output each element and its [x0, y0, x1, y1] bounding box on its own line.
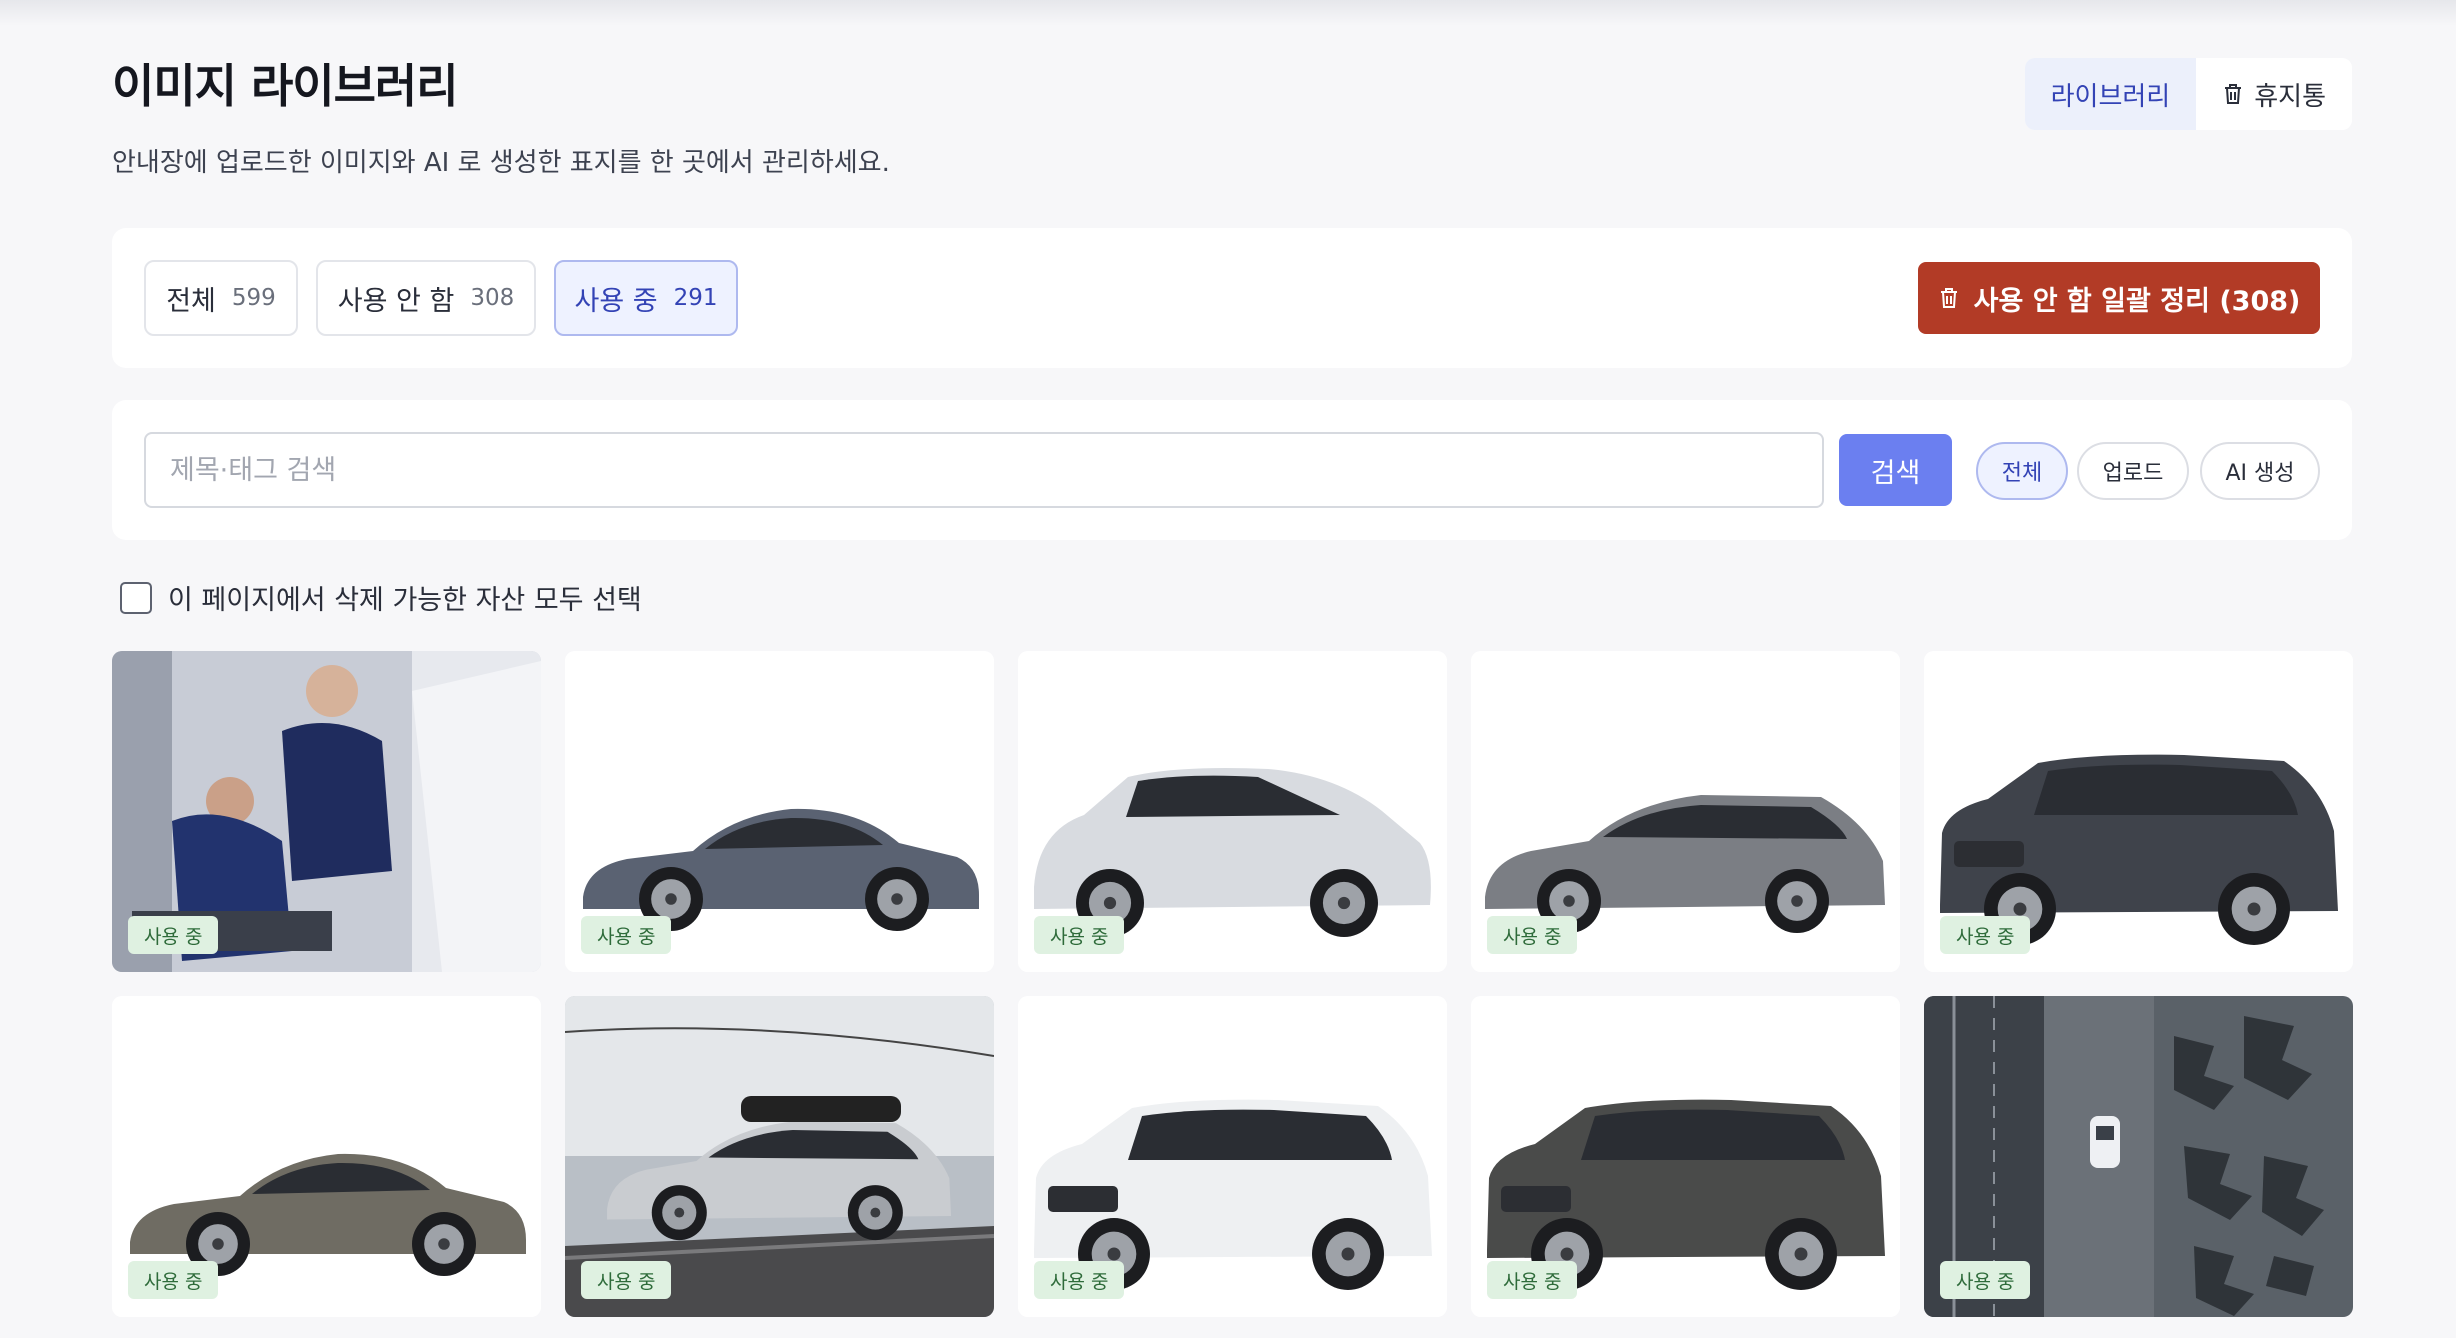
page-subtitle: 안내장에 업로드한 이미지와 AI 로 생성한 표지를 한 곳에서 관리하세요. [112, 148, 890, 178]
trash-tab[interactable]: 휴지통 [2196, 58, 2352, 130]
status-badge: 사용 중 [581, 1261, 672, 1299]
trash-icon [1940, 288, 1957, 308]
source-filter-label: 업로드 [2102, 461, 2164, 486]
page-header: 이미지 라이브러리 안내장에 업로드한 이미지와 AI 로 생성한 표지를 한 … [112, 56, 2352, 178]
status-badge: 사용 중 [128, 1261, 219, 1299]
image-library-page: 이미지 라이브러리 안내장에 업로드한 이미지와 AI 로 생성한 표지를 한 … [0, 0, 2456, 1338]
asset-card[interactable]: 사용 중 [1924, 651, 2353, 972]
filter-tab-count: 291 [673, 285, 718, 311]
asset-card[interactable]: 사용 중 [565, 651, 994, 972]
filter-tab-count: 308 [470, 285, 515, 311]
top-shadow [0, 0, 2456, 26]
select-all-checkbox[interactable] [120, 581, 152, 614]
asset-card[interactable]: 사용 중 [1018, 651, 1447, 972]
bulk-cleanup-label: 사용 안 함 일괄 정리 (308) [1973, 285, 2301, 317]
asset-card[interactable]: 사용 중 [1924, 996, 2353, 1317]
source-filter-upload[interactable]: 업로드 [2077, 442, 2189, 500]
trash-tab-label: 휴지통 [2254, 81, 2326, 112]
status-badge: 사용 중 [1487, 916, 1578, 954]
search-button-label: 검색 [1870, 457, 1921, 489]
asset-card[interactable]: 사용 중 [1018, 996, 1447, 1317]
view-toggle: 라이브러리 휴지통 [2024, 58, 2352, 130]
filter-tab-count: 599 [231, 285, 276, 311]
status-filter-bar: 전체 599 사용 안 함 308 사용 중 291 사용 안 함 일괄 정리 … [112, 228, 2352, 368]
status-badge: 사용 중 [1940, 1261, 2031, 1299]
asset-card[interactable]: 사용 중 [1471, 651, 1900, 972]
asset-card[interactable]: 사용 중 [565, 996, 994, 1317]
source-filter-ai[interactable]: AI 생성 [2200, 442, 2320, 500]
search-button[interactable]: 검색 [1839, 434, 1952, 506]
trash-icon [2225, 84, 2242, 104]
page-title: 이미지 라이브러리 [112, 59, 459, 113]
filter-tab-in-use[interactable]: 사용 중 291 [554, 260, 738, 336]
search-bar: 검색 전체 업로드 AI 생성 [112, 400, 2352, 540]
bulk-cleanup-button[interactable]: 사용 안 함 일괄 정리 (308) [1918, 262, 2320, 334]
status-badge: 사용 중 [1487, 1261, 1578, 1299]
filter-tab-label: 전체 [166, 285, 216, 317]
source-filter-label: 전체 [2001, 461, 2043, 486]
asset-card[interactable]: 사용 중 [112, 996, 541, 1317]
status-badge: 사용 중 [581, 916, 672, 954]
asset-card[interactable]: 사용 중 [112, 651, 541, 972]
select-all-label: 이 페이지에서 삭제 가능한 자산 모두 선택 [168, 585, 642, 616]
select-all-row: 이 페이지에서 삭제 가능한 자산 모두 선택 [120, 578, 642, 617]
asset-grid: 사용 중 사용 중 사용 중 사용 중 사용 중 사용 중 사용 중 사용 중 [112, 651, 2353, 1317]
filter-tab-all[interactable]: 전체 599 [144, 260, 298, 336]
status-badge: 사용 중 [1034, 916, 1125, 954]
source-filter-all[interactable]: 전체 [1976, 442, 2068, 500]
status-badge: 사용 중 [128, 916, 219, 954]
filter-tab-label: 사용 중 [574, 285, 658, 317]
filter-tab-unused[interactable]: 사용 안 함 308 [316, 260, 536, 336]
source-filter-label: AI 생성 [2225, 461, 2295, 486]
library-tab-label: 라이브러리 [2050, 81, 2171, 112]
asset-card[interactable]: 사용 중 [1471, 996, 1900, 1317]
search-input[interactable] [144, 432, 1824, 508]
library-tab[interactable]: 라이브러리 [2024, 58, 2197, 130]
status-badge: 사용 중 [1034, 1261, 1125, 1299]
status-badge: 사용 중 [1940, 916, 2031, 954]
filter-tab-label: 사용 안 함 [337, 285, 455, 317]
